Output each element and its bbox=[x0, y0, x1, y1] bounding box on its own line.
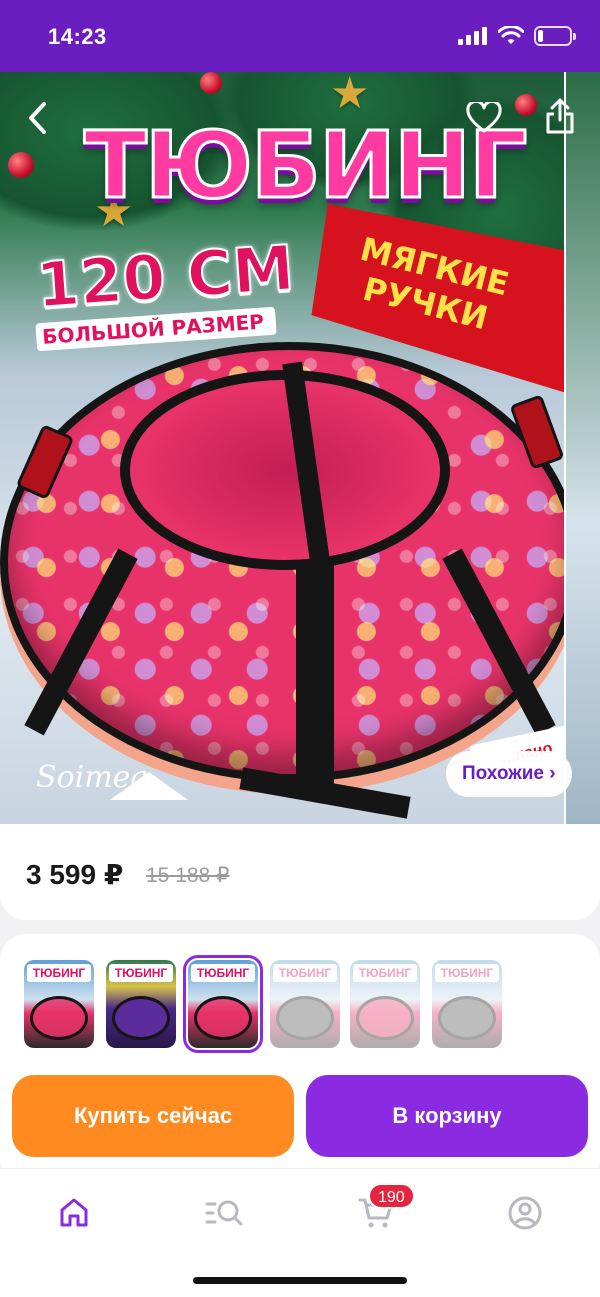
product-image-gallery[interactable]: ★ ★ ★ ТЮБИНГ МЯГКИЕ РУЧКИ 120 СМ БОЛЬШОЙ… bbox=[0, 72, 600, 824]
variant-thumbnail-unavailable[interactable]: ТЮБИНГ bbox=[270, 960, 340, 1048]
ornament-decoration bbox=[8, 152, 34, 178]
buy-now-button[interactable]: Купить сейчас bbox=[12, 1075, 294, 1157]
variant-thumbnail[interactable]: ТЮБИНГ bbox=[106, 960, 176, 1048]
size-label: 120 СМ БОЛЬШОЙ РАЗМЕР bbox=[33, 230, 297, 352]
variant-thumbnail-selected[interactable]: ТЮБИНГ bbox=[183, 955, 263, 1053]
wifi-icon bbox=[498, 26, 524, 44]
variant-tube-image bbox=[112, 996, 170, 1040]
variant-caption: ТЮБИНГ bbox=[435, 964, 499, 982]
variant-caption: ТЮБИНГ bbox=[273, 964, 337, 982]
old-price: 15 188 ₽ bbox=[146, 864, 230, 887]
status-time: 14:23 bbox=[48, 24, 107, 49]
cart-count-badge: 190 bbox=[368, 1183, 415, 1209]
variant-caption: ТЮБИНГ bbox=[191, 964, 255, 982]
ornament-decoration bbox=[200, 72, 222, 94]
heart-icon bbox=[466, 102, 502, 133]
variant-thumbnail-unavailable[interactable]: ТЮБИНГ bbox=[350, 960, 420, 1048]
variant-tube-image bbox=[276, 996, 334, 1040]
variant-thumbnail-unavailable[interactable]: ТЮБИНГ bbox=[432, 960, 502, 1048]
product-screen: 14:23 ★ ★ ★ ТЮБИНГ МЯГКИЕ РУЧКИ 120 СМ bbox=[0, 0, 600, 1297]
tab-catalog[interactable] bbox=[202, 1191, 246, 1235]
status-icons bbox=[458, 26, 576, 46]
status-bar: 14:23 bbox=[0, 0, 600, 72]
next-image-peek[interactable] bbox=[564, 72, 600, 824]
similar-products-button[interactable]: Похожие › bbox=[446, 751, 572, 797]
catalog-search-icon bbox=[205, 1200, 243, 1226]
battery-icon bbox=[534, 26, 576, 46]
promo-title: ТЮБИНГ bbox=[83, 111, 530, 221]
add-to-cart-button[interactable]: В корзину bbox=[306, 1075, 588, 1157]
share-button[interactable] bbox=[536, 92, 584, 140]
cellular-signal-icon bbox=[458, 27, 488, 45]
favorite-button[interactable] bbox=[460, 94, 508, 142]
share-icon bbox=[546, 98, 574, 134]
chevron-left-icon bbox=[29, 102, 46, 134]
variant-tube-image bbox=[30, 996, 88, 1040]
star-decoration: ★ bbox=[330, 72, 370, 118]
variant-caption: ТЮБИНГ bbox=[353, 964, 417, 982]
variant-caption: ТЮБИНГ bbox=[27, 964, 91, 982]
home-indicator bbox=[193, 1277, 407, 1284]
variant-tube-image bbox=[356, 996, 414, 1040]
bottom-tab-bar: 190 bbox=[0, 1168, 600, 1297]
purchase-actions: Купить сейчас В корзину bbox=[12, 1075, 588, 1157]
current-price: 3 599 ₽ bbox=[26, 859, 124, 890]
tab-profile[interactable] bbox=[503, 1191, 547, 1235]
price-card: 3 599 ₽ 15 188 ₽ bbox=[0, 824, 600, 920]
variant-tube-image bbox=[194, 996, 252, 1040]
strap bbox=[296, 562, 334, 792]
variant-thumbnail[interactable]: ТЮБИНГ bbox=[24, 960, 94, 1048]
tab-home[interactable] bbox=[52, 1191, 96, 1235]
home-icon bbox=[60, 1198, 88, 1227]
variant-caption: ТЮБИНГ bbox=[109, 964, 173, 982]
back-button[interactable] bbox=[14, 94, 62, 142]
variant-tube-image bbox=[438, 996, 496, 1040]
profile-icon bbox=[508, 1196, 542, 1230]
brand-logo-mountain bbox=[110, 772, 188, 800]
product-photo-seat bbox=[120, 370, 450, 570]
